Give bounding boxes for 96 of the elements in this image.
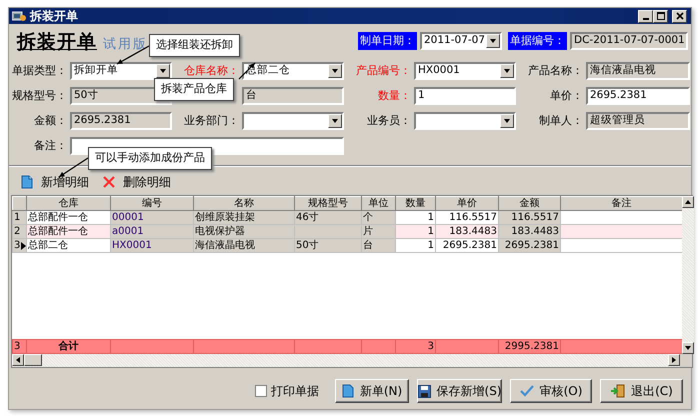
field-label: 数量：	[377, 88, 411, 104]
exit-door-icon	[610, 384, 626, 398]
table-cell: 个	[362, 210, 396, 224]
table-cell: HX0001	[110, 238, 194, 252]
table-cell: 2695.2381	[498, 238, 560, 252]
field-label: 制单日期：	[358, 32, 417, 50]
print-checkbox[interactable]	[255, 385, 267, 397]
table-row[interactable]: 1 总部配件一仓 00001 创维原装挂架 46寸 个 1 116.5517 116.5517	[12, 210, 682, 224]
field-label: 规格型号：	[11, 88, 67, 104]
field-label: 单据编号：	[508, 32, 567, 50]
maximize-icon	[656, 12, 664, 20]
scroll-right-icon[interactable]	[668, 354, 680, 366]
readonly-field: 台	[242, 87, 344, 105]
readonly-field: 2695.2381	[70, 112, 172, 130]
table-cell: 183.4483	[498, 224, 560, 238]
scroll-thumb[interactable]	[24, 354, 42, 366]
row-number-cell: 1	[12, 210, 26, 224]
field-label: 单据类型：	[11, 63, 67, 79]
app-icon	[12, 10, 26, 22]
dropdown-field[interactable]	[242, 112, 344, 130]
callout-tooltip: 拆装产品仓库	[154, 78, 234, 100]
column-header[interactable]: 名称	[194, 196, 294, 210]
scroll-left-icon[interactable]	[12, 354, 24, 366]
table-row[interactable]: 3 总部二仓 HX0001 海信液晶电视 50寸 台 1 2695.2381 2695.2381	[12, 238, 682, 252]
input-field[interactable]: 2695.2381	[586, 87, 690, 105]
input-field[interactable]: 1	[414, 87, 516, 105]
scroll-down-icon[interactable]	[682, 342, 694, 354]
table-cell: 台	[362, 238, 396, 252]
callout-tooltip: 可以手动添加成份产品	[88, 147, 212, 170]
horizontal-scrollbar[interactable]	[12, 354, 692, 367]
field-label: 产品名称：	[527, 63, 583, 79]
column-header[interactable]: 数量	[396, 196, 436, 210]
close-button[interactable]	[672, 10, 687, 22]
delete-detail-link[interactable]: 删除明细	[123, 172, 171, 190]
total-label: 合计	[26, 340, 110, 354]
save-button[interactable]: 保存新增(S)	[417, 379, 502, 403]
dropdown-field[interactable]: 拆卸开单	[70, 62, 172, 80]
maximize-button[interactable]	[653, 10, 668, 22]
field-label: 业务部门：	[183, 113, 239, 129]
minimize-icon	[642, 18, 648, 20]
column-header[interactable]: 规格型号	[294, 196, 362, 210]
field-label: 单价：	[549, 88, 583, 104]
close-icon	[676, 12, 684, 20]
new-button[interactable]: 新单(N)	[335, 379, 409, 403]
row-number-cell: 3	[12, 340, 26, 354]
document-icon	[21, 174, 33, 188]
column-header[interactable]: 单价	[436, 196, 498, 210]
field-label: 仓库名称：	[183, 63, 239, 79]
field-label: 业务员：	[366, 113, 411, 129]
dropdown-field[interactable]: 2011-07-07	[420, 32, 502, 50]
table-cell: 00001	[110, 210, 194, 224]
table-cell: a0001	[110, 224, 194, 238]
scroll-up-icon[interactable]	[682, 196, 694, 208]
table-row[interactable]: 2 总部配件一仓 a0001 电视保护器 片 1 183.4483 183.4483	[12, 224, 682, 238]
row-number-cell: 3	[12, 238, 26, 252]
check-icon	[520, 385, 534, 397]
column-header[interactable]: 仓库	[26, 196, 110, 210]
column-header[interactable]: 备注	[560, 196, 682, 210]
total-cell: 2995.2381	[498, 340, 560, 354]
field-label: 金额：	[33, 113, 67, 129]
window-title: 拆装开单	[30, 8, 78, 24]
column-header[interactable]: 金额	[498, 196, 560, 210]
table-cell: 1	[396, 238, 436, 252]
table-cell: 电视保护器	[194, 224, 294, 238]
column-header[interactable]: 单位	[362, 196, 396, 210]
vertical-scrollbar[interactable]	[682, 196, 694, 354]
dropdown-field[interactable]: HX0001	[414, 62, 516, 80]
table-cell: 46寸	[294, 210, 362, 224]
table-cell: 海信液晶电视	[194, 238, 294, 252]
total-cell: 3	[396, 340, 436, 354]
add-detail-link[interactable]: 新增明细	[41, 172, 89, 190]
table-cell: 50寸	[294, 238, 362, 252]
dropdown-field[interactable]	[414, 112, 516, 130]
document-icon	[342, 384, 354, 398]
edition-label: 试用版	[103, 36, 148, 54]
table-cell: 116.5517	[498, 210, 560, 224]
row-number-cell: 2	[12, 224, 26, 238]
form-heading: 拆装开单	[17, 30, 97, 55]
readonly-field: DC-2011-07-07-0001	[570, 32, 688, 50]
column-header[interactable]: 编号	[110, 196, 194, 210]
checkbox-label: 打印单据	[271, 383, 319, 400]
field-label: 制单人：	[538, 113, 583, 129]
delete-icon	[103, 176, 115, 188]
table-cell: 2695.2381	[436, 238, 498, 252]
table-cell: 创维原装挂架	[194, 210, 294, 224]
callout-arrow	[58, 158, 88, 178]
minimize-button[interactable]	[638, 10, 653, 22]
field-label: 备注：	[33, 138, 67, 154]
approve-button[interactable]: 审核(O)	[510, 379, 592, 403]
table-cell: 片	[362, 224, 396, 238]
exit-button[interactable]: 退出(C)	[600, 379, 683, 403]
field-label: 产品编号：	[355, 63, 411, 79]
callout-tooltip: 选择组装还拆卸	[149, 34, 240, 56]
table-cell: 总部二仓	[26, 238, 110, 252]
readonly-field: 海信液晶电视	[586, 62, 690, 80]
readonly-field: 超级管理员	[586, 112, 690, 130]
